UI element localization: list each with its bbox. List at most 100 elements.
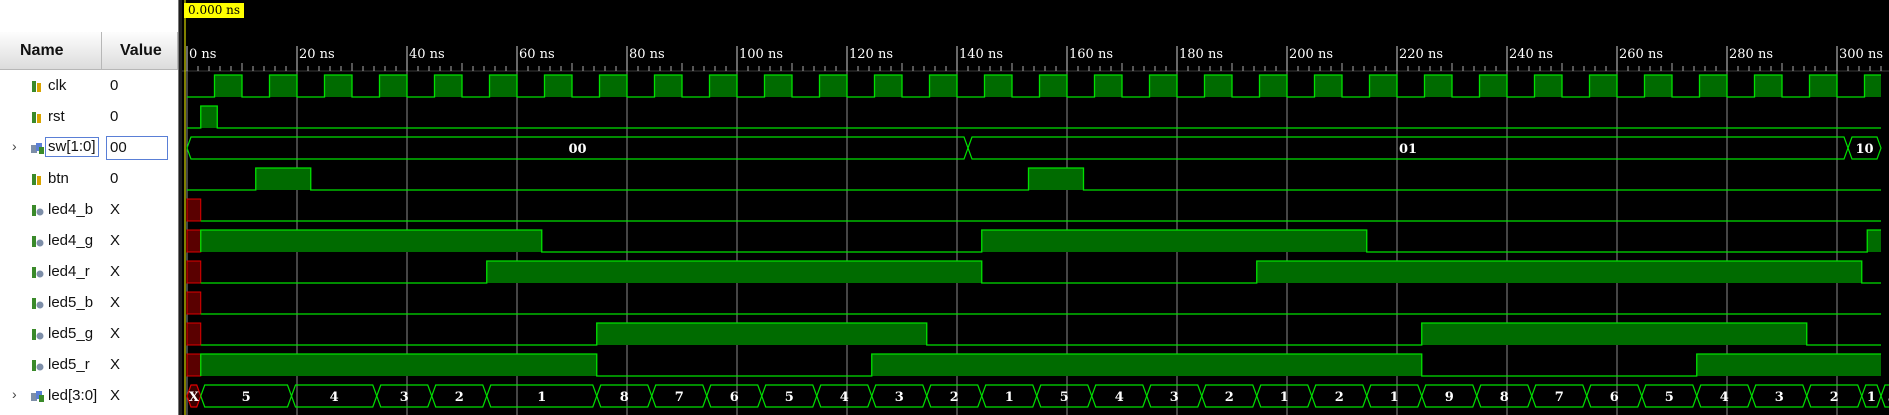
signal-row[interactable]: › led[3:0] X bbox=[0, 381, 178, 412]
high-pulse-fill bbox=[981, 230, 1367, 252]
signal-value: X bbox=[110, 356, 121, 373]
signal-name: led5_b bbox=[48, 294, 94, 311]
signal-row[interactable]: led4_r X bbox=[0, 257, 178, 288]
bit-signal-icon bbox=[31, 173, 45, 191]
signal-value: X bbox=[110, 387, 121, 404]
bus-value-label: 6 bbox=[1610, 390, 1619, 405]
expand-chevron-icon[interactable]: › bbox=[12, 386, 24, 402]
signal-row[interactable]: led5_r X bbox=[0, 350, 178, 381]
bus-value-label: 3 bbox=[895, 390, 904, 405]
high-pulse-fill bbox=[1867, 230, 1881, 252]
undefined-value-region bbox=[186, 260, 202, 284]
name-column-header[interactable]: Name bbox=[0, 32, 102, 70]
bus-value-label: 4 bbox=[1115, 390, 1124, 405]
output-signal-icon bbox=[31, 297, 45, 315]
bus-value-label: 3 bbox=[1170, 390, 1179, 405]
tick-label: 180 ns bbox=[1179, 47, 1223, 62]
output-signal-icon bbox=[31, 328, 45, 346]
bus-value-label: 4 bbox=[1720, 390, 1729, 405]
high-pulse-fill bbox=[1094, 75, 1122, 97]
bus-value-label: 00 bbox=[568, 142, 586, 157]
tick-label: 220 ns bbox=[1399, 47, 1443, 62]
high-pulse-fill bbox=[871, 354, 1422, 376]
high-pulse-fill bbox=[255, 168, 311, 190]
signal-row[interactable]: rst 0 bbox=[0, 102, 178, 133]
high-pulse-fill bbox=[269, 75, 297, 97]
expand-chevron-icon[interactable]: › bbox=[12, 138, 24, 154]
high-pulse-fill bbox=[1039, 75, 1067, 97]
high-pulse-fill bbox=[214, 75, 242, 97]
bus-value-label: X bbox=[189, 390, 200, 405]
bus-value-label: 2 bbox=[1830, 390, 1839, 405]
tick-label: 60 ns bbox=[519, 47, 555, 62]
high-pulse-fill bbox=[1204, 75, 1232, 97]
waveform-trace bbox=[187, 105, 1881, 129]
signal-name: btn bbox=[48, 170, 69, 187]
high-pulse-fill bbox=[1644, 75, 1672, 97]
high-pulse-fill bbox=[486, 261, 982, 283]
signal-name: led4_g bbox=[48, 232, 94, 249]
bus-value-label: 2 bbox=[1225, 390, 1234, 405]
signal-name: led4_r bbox=[48, 263, 90, 280]
high-pulse-fill bbox=[1259, 75, 1287, 97]
output-signal-icon bbox=[31, 235, 45, 253]
bus-value-label: 1 bbox=[1390, 390, 1399, 405]
high-pulse-fill bbox=[1696, 354, 1881, 376]
high-pulse-fill bbox=[434, 75, 462, 97]
signal-value: X bbox=[110, 263, 121, 280]
signal-row[interactable]: btn 0 bbox=[0, 164, 178, 195]
high-pulse-fill bbox=[654, 75, 682, 97]
high-pulse-fill bbox=[1809, 75, 1837, 97]
name-panel-top-strip bbox=[0, 0, 178, 32]
high-pulse-fill bbox=[1314, 75, 1342, 97]
signal-row[interactable]: led5_g X bbox=[0, 319, 178, 350]
tick-label: 300 ns bbox=[1839, 47, 1883, 62]
high-pulse-fill bbox=[200, 354, 597, 376]
bus-value-label: 3 bbox=[1775, 390, 1784, 405]
signal-row[interactable]: › sw[1:0] 00 bbox=[0, 133, 178, 164]
signal-row[interactable]: led4_g X bbox=[0, 226, 178, 257]
bus-value-label: 7 bbox=[675, 390, 684, 405]
bus-signal-icon bbox=[31, 142, 45, 160]
bus-value-label: 1 bbox=[537, 390, 546, 405]
high-pulse-fill bbox=[1479, 75, 1507, 97]
signal-value: X bbox=[110, 294, 121, 311]
signal-value: 00 bbox=[110, 139, 127, 156]
bus-value-label: 1 bbox=[1005, 390, 1014, 405]
value-column-header[interactable]: Value bbox=[102, 32, 178, 70]
undefined-value-region bbox=[186, 291, 202, 315]
bit-signal-icon bbox=[31, 111, 45, 129]
tick-label: 100 ns bbox=[739, 47, 783, 62]
output-signal-icon bbox=[31, 266, 45, 284]
signal-name: clk bbox=[48, 77, 67, 94]
tick-label: 140 ns bbox=[959, 47, 1003, 62]
bus-value-label: 8 bbox=[620, 390, 629, 405]
cursor-time-label: 0.000 ns bbox=[184, 3, 245, 18]
signal-row[interactable]: clk 0 bbox=[0, 71, 178, 102]
tick-label: 160 ns bbox=[1069, 47, 1113, 62]
bus-value-label: 2 bbox=[455, 390, 464, 405]
bus-value-label: 5 bbox=[785, 390, 794, 405]
signal-value: 0 bbox=[110, 77, 119, 94]
bus-value-label: 5 bbox=[1060, 390, 1069, 405]
signal-name: led[3:0] bbox=[48, 387, 98, 404]
high-pulse-fill bbox=[1589, 75, 1617, 97]
high-pulse-fill bbox=[379, 75, 407, 97]
bus-value-label: 7 bbox=[1555, 390, 1564, 405]
undefined-value-region bbox=[186, 198, 202, 222]
high-pulse-fill bbox=[324, 75, 352, 97]
signal-name: sw[1:0] bbox=[45, 137, 99, 157]
signal-value: 0 bbox=[110, 108, 119, 125]
tick-label: 40 ns bbox=[409, 47, 445, 62]
signal-row[interactable]: led5_b X bbox=[0, 288, 178, 319]
bus-value-label: 01 bbox=[1399, 142, 1417, 157]
high-pulse-fill bbox=[544, 75, 572, 97]
signal-row[interactable]: led4_b X bbox=[0, 195, 178, 226]
bus-value-label: 2 bbox=[950, 390, 959, 405]
signal-name-panel: Name Value clk 0 rst 0 › sw[1:0] 00 btn 0 led4_b X… bbox=[0, 0, 178, 415]
bus-value-label: 4 bbox=[330, 390, 339, 405]
tick-label: 120 ns bbox=[849, 47, 893, 62]
waveform-canvas[interactable]: 0 ns 20 ns 40 ns 60 ns 80 ns 100 ns 120 ns 140 … bbox=[182, 0, 1889, 415]
bus-value-label: 3 bbox=[400, 390, 409, 405]
signal-name: rst bbox=[48, 108, 65, 125]
